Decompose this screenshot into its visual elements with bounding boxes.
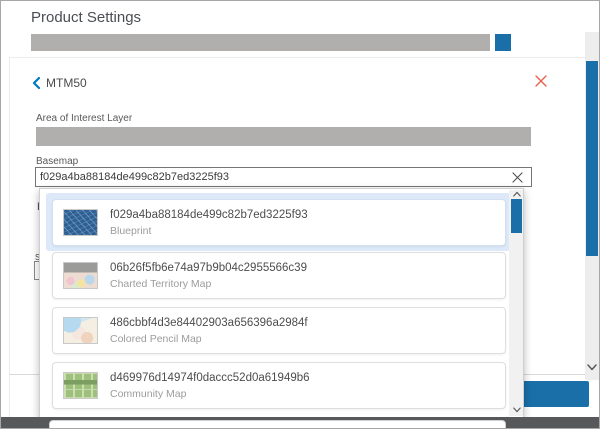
clear-icon[interactable]: [512, 170, 526, 184]
close-button[interactable]: [535, 73, 551, 89]
basemap-dropdown: f029a4ba88184de499c82b7ed3225f93 Bluepri…: [39, 188, 524, 418]
basemap-thumbnail: [63, 209, 98, 236]
back-label: MTM50: [46, 76, 87, 90]
basemap-option[interactable]: d469976d14974f0daccc52d0a61949b6 Communi…: [52, 362, 506, 409]
basemap-option-id: 486cbbf4d3e84402903a656396a2984f: [110, 317, 308, 329]
page-title: Product Settings: [31, 9, 141, 26]
close-icon: [535, 75, 551, 87]
basemap-option-name: Charted Territory Map: [110, 278, 307, 290]
dropdown-scrollbar-thumb[interactable]: [511, 199, 522, 233]
header-divider: [9, 57, 585, 58]
basemap-option-id: f029a4ba88184de499c82b7ed3225f93: [110, 209, 308, 221]
basemap-option[interactable]: 486cbbf4d3e84402903a656396a2984f Colored…: [52, 307, 506, 354]
back-button[interactable]: MTM50: [32, 75, 87, 91]
basemap-option[interactable]: f029a4ba88184de499c82b7ed3225f93 Bluepri…: [52, 199, 506, 246]
scroll-down-icon[interactable]: [513, 407, 521, 413]
basemap-thumbnail: [63, 317, 98, 344]
basemap-option-name: Blueprint: [110, 225, 308, 237]
basemap-option-name: Community Map: [110, 388, 310, 400]
dialog-scrollbar-thumb[interactable]: [586, 61, 598, 256]
basemap-thumbnail: [63, 372, 98, 399]
accent-badge: [495, 34, 511, 51]
basemap-option-name: Colored Pencil Map: [110, 333, 308, 345]
scroll-down-icon[interactable]: [587, 364, 597, 371]
basemap-thumbnail: [63, 262, 98, 289]
product-settings-window: Product Settings MTM50 Area of Interest …: [0, 0, 600, 429]
scroll-up-icon[interactable]: [513, 191, 521, 197]
aoi-layer-label: Area of Interest Layer: [36, 113, 132, 124]
basemap-label: Basemap: [36, 156, 78, 167]
redacted-header-field: [31, 34, 490, 51]
basemap-option-id: 06b26f5fb6e74a97b9b04c2955566c39: [110, 262, 307, 274]
basemap-option-id: d469976d14974f0daccc52d0a61949b6: [110, 372, 310, 384]
basemap-option[interactable]: 06b26f5fb6e74a97b9b04c2955566c39 Charted…: [52, 252, 506, 299]
chevron-left-icon: [32, 77, 40, 89]
aoi-layer-redacted-input[interactable]: [36, 127, 531, 146]
panel-left-border: [9, 57, 10, 417]
basemap-input[interactable]: [35, 167, 532, 187]
